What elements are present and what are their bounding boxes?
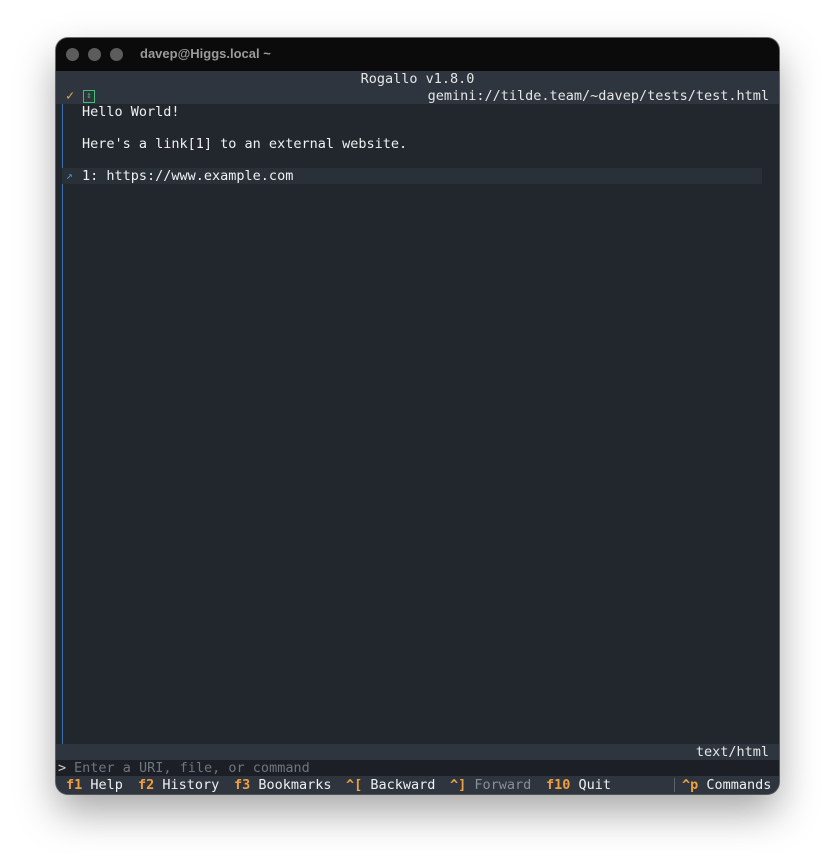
command-prompt: > bbox=[58, 760, 67, 776]
footer-history[interactable]: f2 History bbox=[138, 776, 219, 794]
title-bar: davep@Higgs.local ~ bbox=[56, 38, 779, 71]
checkmark-icon: ✓ bbox=[66, 88, 75, 104]
footer-backward[interactable]: ^[ Backward bbox=[346, 776, 435, 794]
document-line: Here's a link[1] to an external website. bbox=[82, 136, 408, 152]
mime-status-bar: text/html bbox=[56, 744, 779, 760]
focus-indicator bbox=[62, 104, 63, 774]
app-header: Rogallo v1.8.0 bbox=[56, 71, 779, 88]
command-placeholder[interactable]: Enter a URI, file, or command bbox=[74, 760, 310, 776]
close-button[interactable] bbox=[66, 48, 79, 61]
footer-bookmarks[interactable]: f3 Bookmarks bbox=[234, 776, 332, 794]
terminal-area: Rogallo v1.8.0 ✓ ↕ gemini://tilde.team/~… bbox=[56, 71, 779, 794]
url-bar: ✓ ↕ gemini://tilde.team/~davep/tests/tes… bbox=[56, 88, 779, 104]
external-link-icon: ↗ bbox=[66, 169, 73, 182]
footer-bar: f1 Help f2 History f3 Bookmarks ^[ Backw… bbox=[56, 776, 779, 794]
link-item[interactable]: 1: https://www.example.com bbox=[82, 168, 293, 184]
footer-divider bbox=[674, 778, 675, 792]
current-url[interactable]: gemini://tilde.team/~davep/tests/test.ht… bbox=[428, 88, 769, 104]
footer-help[interactable]: f1 Help bbox=[66, 776, 123, 794]
zoom-button[interactable] bbox=[110, 48, 123, 61]
footer-commands[interactable]: ^p Commands bbox=[682, 776, 771, 794]
window-title: davep@Higgs.local ~ bbox=[140, 46, 271, 61]
mime-type: text/html bbox=[695, 744, 769, 760]
secure-icon: ↕ bbox=[83, 90, 95, 103]
footer-quit[interactable]: f10 Quit bbox=[546, 776, 611, 794]
footer-forward[interactable]: ^] Forward bbox=[450, 776, 531, 794]
app-title: Rogallo v1.8.0 bbox=[360, 71, 475, 87]
command-input[interactable]: > Enter a URI, file, or command bbox=[56, 760, 779, 776]
document-viewer[interactable]: Hello World! Here's a link[1] to an exte… bbox=[56, 104, 779, 774]
terminal-window: davep@Higgs.local ~ Rogallo v1.8.0 ✓ ↕ g… bbox=[56, 38, 779, 794]
document-line: Hello World! bbox=[82, 104, 180, 120]
minimize-button[interactable] bbox=[88, 48, 101, 61]
